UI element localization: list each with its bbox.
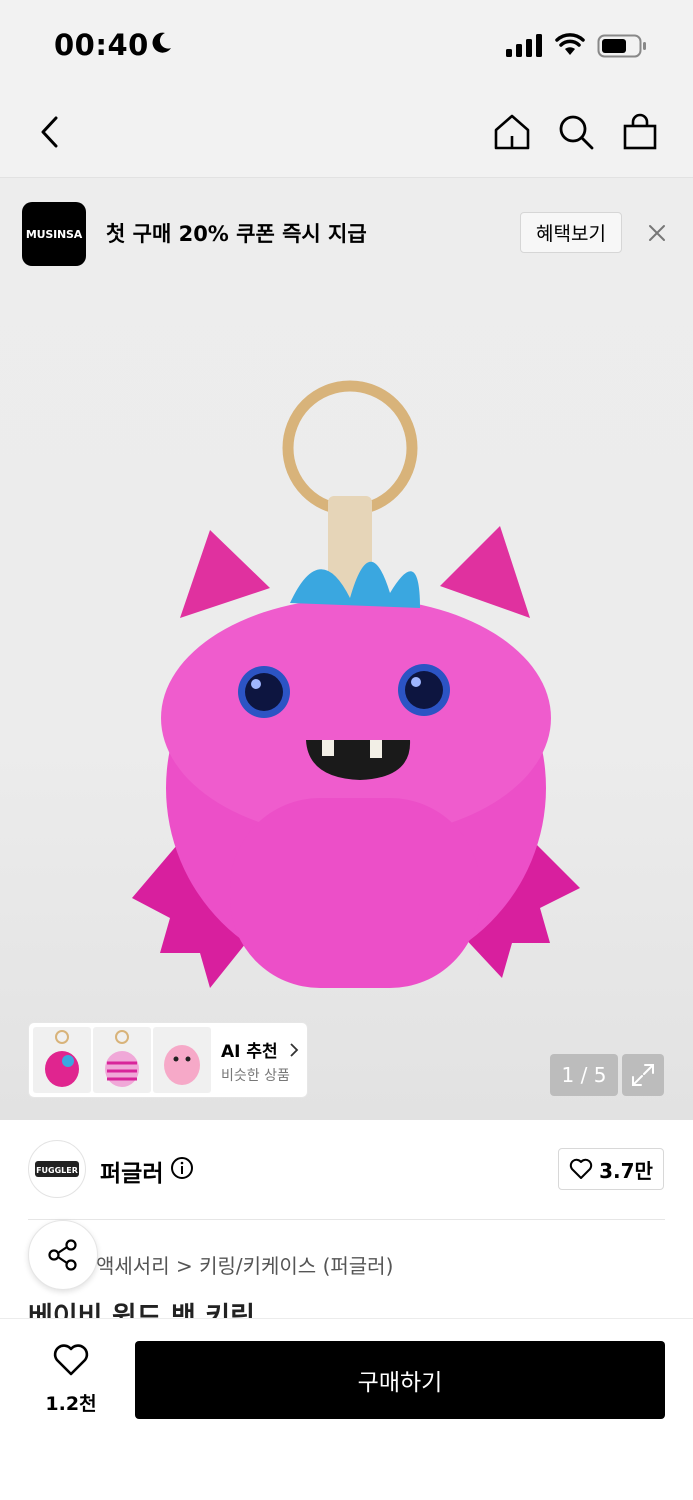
back-button[interactable]: [26, 108, 74, 156]
brand-like-count: 3.7만: [599, 1158, 653, 1183]
ai-reco-subtitle: 비슷한 상품: [221, 1068, 290, 1084]
product-image: [132, 380, 580, 988]
product-title: 베이비 윙드 뱃 키링: [28, 1302, 255, 1318]
status-time: 00:40: [54, 28, 149, 62]
promo-banner: MUSINSA 첫 구매 20% 쿠폰 즉시 지급 혜택보기: [0, 178, 693, 288]
cart-button[interactable]: [616, 108, 664, 156]
chevron-left-icon: [41, 116, 58, 148]
wishlist-button[interactable]: 1.2천: [32, 1343, 110, 1415]
brand-logo[interactable]: FUGGLER: [28, 1140, 86, 1198]
wifi-icon: [555, 33, 585, 55]
info-icon[interactable]: [170, 1156, 194, 1180]
view-benefits-button[interactable]: 혜택보기: [520, 212, 622, 253]
ai-reco-title: AI 추천: [221, 1037, 300, 1062]
expand-button[interactable]: [622, 1054, 664, 1096]
wishlist-count: 1.2천: [45, 1393, 97, 1415]
brand-logo-text: FUGGLER: [36, 1166, 78, 1175]
brand-name[interactable]: 퍼글러: [100, 1154, 163, 1188]
home-button[interactable]: [488, 108, 536, 156]
moon-icon: [152, 32, 171, 53]
close-icon[interactable]: [644, 220, 670, 246]
image-pager: 1 / 5: [550, 1054, 618, 1096]
shopping-bag-icon: [623, 113, 657, 150]
share-button[interactable]: [28, 1220, 98, 1290]
ai-recommendation[interactable]: AI 추천 비슷한 상품: [28, 1022, 308, 1098]
search-icon: [559, 115, 594, 150]
heart-icon: [53, 1344, 89, 1376]
heart-icon: [569, 1158, 593, 1179]
buy-button[interactable]: 구매하기: [135, 1341, 665, 1419]
divider: [28, 1219, 665, 1220]
status-bar: 00:40: [0, 0, 693, 90]
musinsa-logo: MUSINSA: [22, 202, 86, 266]
product-gallery[interactable]: MUSINSA 첫 구매 20% 쿠폰 즉시 지급 혜택보기 AI 추천 비슷한…: [0, 178, 693, 1120]
battery-icon: [597, 34, 646, 58]
expand-icon: [632, 1064, 654, 1086]
chevron-right-icon: [289, 1043, 298, 1057]
breadcrumb[interactable]: 액세서리 > 키링/키케이스 (퍼글러): [96, 1250, 393, 1279]
search-button[interactable]: [552, 108, 600, 156]
top-nav-bar: [0, 90, 693, 178]
ai-thumbnail[interactable]: [33, 1027, 91, 1093]
bottom-action-bar: 1.2천 구매하기: [0, 1318, 693, 1500]
share-icon: [48, 1239, 77, 1271]
brand-row: FUGGLER 퍼글러 3.7만: [0, 1120, 693, 1220]
brand-like-button[interactable]: 3.7만: [558, 1148, 664, 1190]
cellular-signal-icon: [506, 34, 542, 57]
ai-thumbnail[interactable]: [93, 1027, 151, 1093]
ai-thumbnail[interactable]: [153, 1027, 211, 1093]
promo-text: 첫 구매 20% 쿠폰 즉시 지급: [106, 222, 367, 246]
home-icon: [494, 114, 530, 150]
